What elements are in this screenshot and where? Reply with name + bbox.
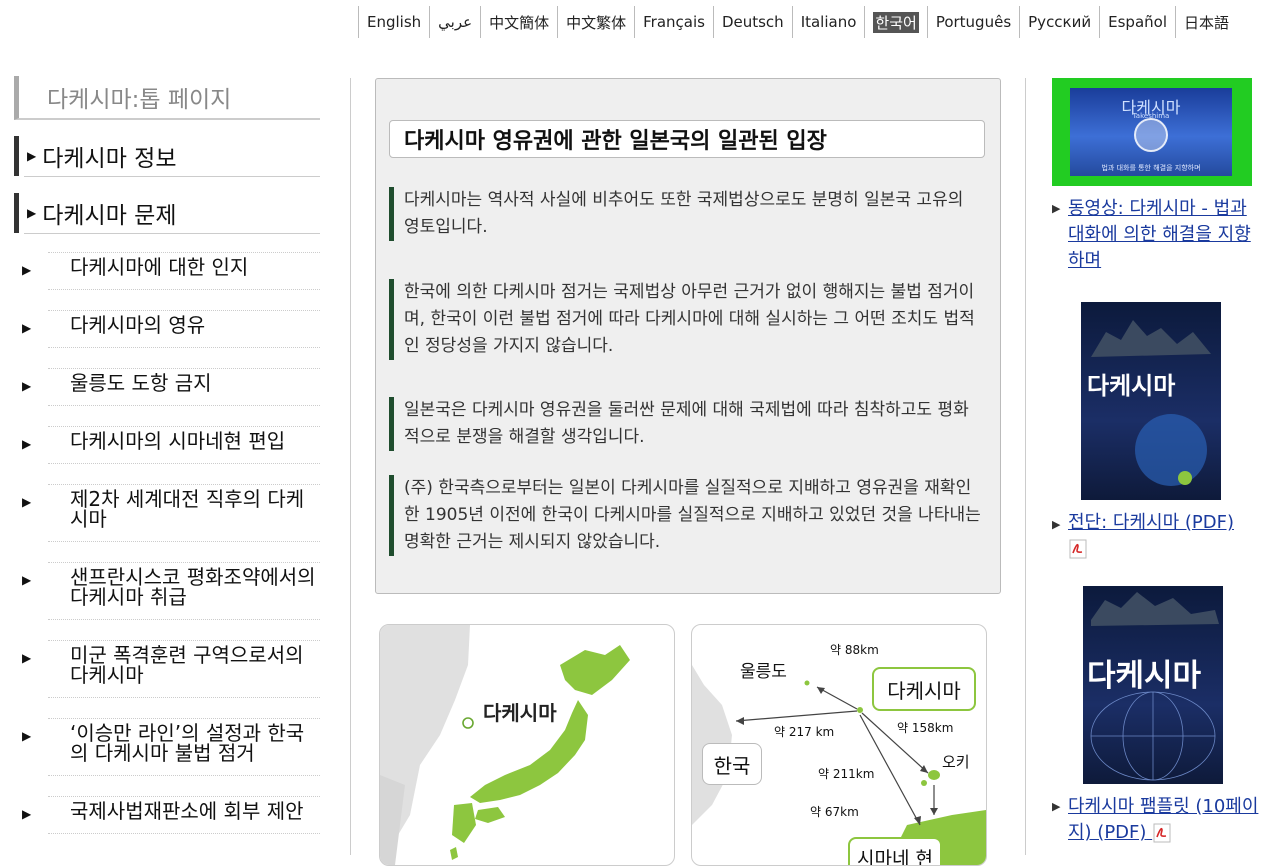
nav-item[interactable]: ▶ 울릉도 도항 금지 <box>48 368 320 406</box>
triangle-right-icon: ▶ <box>1052 202 1060 215</box>
label-distance-67: 약 67km <box>810 803 859 820</box>
triangle-right-icon: ▶ <box>22 651 31 665</box>
lang-chinese-simplified[interactable]: 中文簡体 <box>480 6 557 38</box>
nav-item-label: 국제사법재판소에 회부 제안 <box>48 797 320 833</box>
left-nav: 다케시마:톱 페이지 ▶ 다케시마 정보 ▶ 다케시마 문제 ▶ 다케시마에 대… <box>14 76 320 834</box>
leaflet-pdf-link[interactable]: 전단: 다케시마 (PDF) <box>1068 510 1268 562</box>
japan-map[interactable]: 다케시마 <box>379 624 675 866</box>
nav-item[interactable]: ▶ ‘이승만 라인’의 설정과 한국의 다케시마 불법 점거 <box>48 718 320 776</box>
video-thumbnail[interactable]: 다케시마 Takeshima 법과 대화를 통한 해결을 지향하며 <box>1052 78 1252 186</box>
divider <box>24 176 320 177</box>
lang-chinese-traditional[interactable]: 中文繁体 <box>557 6 634 38</box>
nav-item[interactable]: ▶ 샌프란시스코 평화조약에서의 다케시마 취급 <box>48 562 320 620</box>
video-thumbnail-image: 다케시마 Takeshima 법과 대화를 통한 해결을 지향하며 <box>1070 88 1232 176</box>
triangle-right-icon: ▶ <box>22 729 31 743</box>
pamphlet-cover-title: 다케시마 <box>1087 650 1201 695</box>
nav-item-label: 샌프란시스코 평화조약에서의 다케시마 취급 <box>48 563 320 619</box>
nav-item-label: 다케시마의 시마네현 편입 <box>48 427 320 463</box>
lang-arabic[interactable]: عربي <box>429 6 480 38</box>
triangle-right-icon: ▶ <box>22 573 31 587</box>
statement-paragraph: 한국에 의한 다케시마 점거는 국제법상 아무런 근거가 없이 행해지는 불법 … <box>389 279 981 360</box>
video-thumb-caption: 법과 대화를 통한 해결을 지향하며 <box>1070 163 1232 173</box>
triangle-right-icon: ▶ <box>22 379 31 393</box>
nav-item-label: 울릉도 도항 금지 <box>48 369 320 405</box>
leaflet-cover-image[interactable]: 다케시마 <box>1081 302 1221 500</box>
page-title: 다케시마 영유권에 관한 일본국의 일관된 입장 <box>389 120 985 158</box>
nav-item[interactable]: ▶ 미군 폭격훈련 구역으로서의 다케시마 <box>48 640 320 698</box>
video-link[interactable]: 동영상: 다케시마 - 법과 대화에 의한 해결을 지향하며 <box>1068 196 1258 274</box>
nav-item[interactable]: ▶ 제2차 세계대전 직후의 다케시마 <box>48 484 320 542</box>
play-icon <box>1134 118 1168 152</box>
label-distance-211: 약 211km <box>818 765 874 782</box>
statement-paragraph: 일본국은 다케시마 영유권을 둘러싼 문제에 대해 국제법에 따라 침착하고도 … <box>389 397 981 451</box>
leaflet-cover-title: 다케시마 <box>1087 366 1175 401</box>
lang-portuguese[interactable]: Português <box>927 6 1019 38</box>
nav-item-label: ‘이승만 라인’의 설정과 한국의 다케시마 불법 점거 <box>48 719 320 775</box>
pamphlet-cover-image[interactable]: 다케시마 <box>1083 586 1223 784</box>
nav-item[interactable]: ▶ 국제사법재판소에 회부 제안 <box>48 796 320 834</box>
divider <box>24 233 320 234</box>
language-bar: English عربي 中文簡体 中文繁体 Français Deutsch … <box>358 6 1237 38</box>
nav-item-label: 다케시마에 대한 인지 <box>48 253 320 289</box>
pamphlet-pdf-link[interactable]: 다케시마 팸플릿 (10페이지) (PDF) <box>1068 794 1268 846</box>
nav-item[interactable]: ▶ 다케시마의 시마네현 편입 <box>48 426 320 464</box>
nav-item-label: 제2차 세계대전 직후의 다케시마 <box>48 485 320 541</box>
lang-italian[interactable]: Italiano <box>792 6 865 38</box>
position-statement-box: 다케시마 영유권에 관한 일본국의 일관된 입장 다케시마는 역사적 사실에 비… <box>375 78 1001 594</box>
nav-top-label: 다케시마:톱 페이지 <box>47 80 231 114</box>
triangle-right-icon: ▶ <box>22 321 31 335</box>
nav-section-label: 다케시마 정보 <box>42 139 176 173</box>
nav-top-page-link[interactable]: 다케시마:톱 페이지 <box>14 76 320 120</box>
nav-section-info[interactable]: ▶ 다케시마 정보 <box>14 136 320 176</box>
label-korea: 한국 <box>714 750 751 779</box>
japan-map-graphic <box>380 625 674 865</box>
nav-section-issue[interactable]: ▶ 다케시마 문제 <box>14 193 320 233</box>
triangle-right-icon: ▶ <box>27 149 36 163</box>
lang-german[interactable]: Deutsch <box>713 6 792 38</box>
triangle-right-icon: ▶ <box>1052 518 1060 531</box>
distance-map[interactable]: 다케시마 울릉도 한국 오키 시마네 현 약 88km 약 217 km 약 1… <box>691 624 987 866</box>
nav-item[interactable]: ▶ 다케시마에 대한 인지 <box>48 252 320 290</box>
label-distance-88: 약 88km <box>830 641 879 658</box>
triangle-right-icon: ▶ <box>22 807 31 821</box>
statement-paragraph: 다케시마는 역사적 사실에 비추어도 또한 국제법상으로도 분명히 일본국 고유… <box>389 187 981 241</box>
column-divider <box>350 78 351 855</box>
label-shimane-box: 시마네 현 <box>848 837 942 866</box>
column-divider <box>1025 78 1026 855</box>
lang-russian[interactable]: Русский <box>1019 6 1099 38</box>
label-takeshima: 다케시마 <box>887 675 961 704</box>
map-takeshima-label: 다케시마 <box>483 697 557 726</box>
label-distance-158: 약 158km <box>897 719 953 736</box>
nav-item-label: 다케시마의 영유 <box>48 311 320 347</box>
pdf-icon <box>1152 823 1172 843</box>
island-illustration <box>1081 302 1221 500</box>
triangle-right-icon: ▶ <box>22 437 31 451</box>
triangle-right-icon: ▶ <box>22 263 31 277</box>
lang-english[interactable]: English <box>358 6 429 38</box>
label-distance-217: 약 217 km <box>774 723 834 740</box>
lang-japanese[interactable]: 日本語 <box>1175 6 1237 38</box>
lang-korean[interactable]: 한국어 <box>864 6 926 38</box>
leaflet-link-label: 전단: 다케시마 (PDF) <box>1068 512 1234 533</box>
triangle-right-icon: ▶ <box>22 495 31 509</box>
nav-item-label: 미군 폭격훈련 구역으로서의 다케시마 <box>48 641 320 697</box>
label-ulleungdo: 울릉도 <box>740 657 787 682</box>
lang-spanish[interactable]: Español <box>1099 6 1175 38</box>
lang-french[interactable]: Français <box>634 6 713 38</box>
label-takeshima-box: 다케시마 <box>872 667 976 711</box>
statement-paragraph: (주) 한국측으로부터는 일본이 다케시마를 실질적으로 지배하고 영유권을 재… <box>389 475 981 556</box>
nav-item[interactable]: ▶ 다케시마의 영유 <box>48 310 320 348</box>
pdf-icon <box>1068 539 1088 559</box>
label-oki: 오키 <box>942 751 970 772</box>
nav-section-label: 다케시마 문제 <box>42 196 176 230</box>
triangle-right-icon: ▶ <box>1052 800 1060 813</box>
label-korea-box: 한국 <box>702 743 762 785</box>
triangle-right-icon: ▶ <box>27 206 36 220</box>
